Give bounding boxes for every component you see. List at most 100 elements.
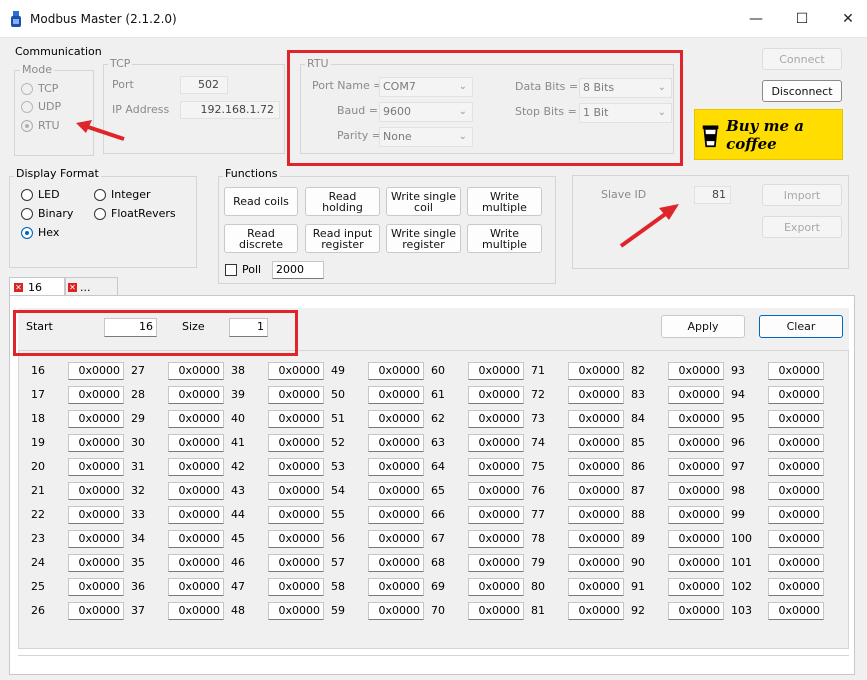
poll-interval-input[interactable]: 2000 xyxy=(272,261,324,279)
close-icon[interactable]: ✕ xyxy=(68,282,77,292)
read-input-register-button[interactable]: Read input register xyxy=(305,224,380,253)
register-value-field[interactable]: 0x0000 xyxy=(168,554,224,572)
register-value-field[interactable]: 0x0000 xyxy=(168,506,224,524)
register-value-field[interactable]: 0x0000 xyxy=(268,458,324,476)
register-value-field[interactable]: 0x0000 xyxy=(168,410,224,428)
register-value-field[interactable]: 0x0000 xyxy=(68,434,124,452)
floatrevers-radio[interactable] xyxy=(94,208,106,220)
register-value-field[interactable]: 0x0000 xyxy=(568,410,624,428)
port-field[interactable]: 502 xyxy=(180,76,228,94)
read-holding-button[interactable]: Read holding xyxy=(305,187,380,216)
register-value-field[interactable]: 0x0000 xyxy=(368,386,424,404)
register-value-field[interactable]: 0x0000 xyxy=(168,578,224,596)
register-value-field[interactable]: 0x0000 xyxy=(668,530,724,548)
register-value-field[interactable]: 0x0000 xyxy=(168,482,224,500)
register-value-field[interactable]: 0x0000 xyxy=(668,458,724,476)
register-value-field[interactable]: 0x0000 xyxy=(268,482,324,500)
register-value-field[interactable]: 0x0000 xyxy=(768,386,824,404)
register-value-field[interactable]: 0x0000 xyxy=(568,434,624,452)
register-value-field[interactable]: 0x0000 xyxy=(768,530,824,548)
register-value-field[interactable]: 0x0000 xyxy=(68,506,124,524)
register-value-field[interactable]: 0x0000 xyxy=(668,410,724,428)
write-single-coil-button[interactable]: Write single coil xyxy=(386,187,461,216)
register-value-field[interactable]: 0x0000 xyxy=(768,482,824,500)
maximize-button[interactable]: ☐ xyxy=(779,0,825,38)
register-value-field[interactable]: 0x0000 xyxy=(368,434,424,452)
register-value-field[interactable]: 0x0000 xyxy=(468,362,524,380)
register-value-field[interactable]: 0x0000 xyxy=(368,530,424,548)
register-value-field[interactable]: 0x0000 xyxy=(168,530,224,548)
hex-radio[interactable] xyxy=(21,227,33,239)
register-value-field[interactable]: 0x0000 xyxy=(168,434,224,452)
register-value-field[interactable]: 0x0000 xyxy=(168,602,224,620)
register-value-field[interactable]: 0x0000 xyxy=(468,434,524,452)
register-value-field[interactable]: 0x0000 xyxy=(768,410,824,428)
register-value-field[interactable]: 0x0000 xyxy=(268,578,324,596)
register-value-field[interactable]: 0x0000 xyxy=(568,602,624,620)
led-radio[interactable] xyxy=(21,189,33,201)
read-discrete-button[interactable]: Read discrete xyxy=(224,224,298,253)
register-value-field[interactable]: 0x0000 xyxy=(468,578,524,596)
register-value-field[interactable]: 0x0000 xyxy=(68,578,124,596)
register-value-field[interactable]: 0x0000 xyxy=(368,578,424,596)
register-value-field[interactable]: 0x0000 xyxy=(668,506,724,524)
register-value-field[interactable]: 0x0000 xyxy=(668,386,724,404)
close-icon[interactable]: ✕ xyxy=(14,282,23,292)
register-value-field[interactable]: 0x0000 xyxy=(268,530,324,548)
slave-id-field[interactable]: 81 xyxy=(694,186,731,204)
register-value-field[interactable]: 0x0000 xyxy=(468,506,524,524)
register-value-field[interactable]: 0x0000 xyxy=(568,386,624,404)
register-value-field[interactable]: 0x0000 xyxy=(268,362,324,380)
register-value-field[interactable]: 0x0000 xyxy=(368,602,424,620)
register-value-field[interactable]: 0x0000 xyxy=(768,602,824,620)
register-value-field[interactable]: 0x0000 xyxy=(268,554,324,572)
register-value-field[interactable]: 0x0000 xyxy=(668,578,724,596)
ip-address-field[interactable]: 192.168.1.72 xyxy=(180,101,280,119)
register-value-field[interactable]: 0x0000 xyxy=(168,458,224,476)
import-button[interactable]: Import xyxy=(762,184,842,206)
register-value-field[interactable]: 0x0000 xyxy=(568,506,624,524)
register-value-field[interactable]: 0x0000 xyxy=(268,434,324,452)
register-value-field[interactable]: 0x0000 xyxy=(268,410,324,428)
poll-checkbox[interactable] xyxy=(225,264,237,276)
buy-me-a-coffee-button[interactable]: Buy me a coffee xyxy=(694,109,843,160)
register-value-field[interactable]: 0x0000 xyxy=(68,554,124,572)
register-value-field[interactable]: 0x0000 xyxy=(68,482,124,500)
minimize-button[interactable]: — xyxy=(733,0,779,38)
register-value-field[interactable]: 0x0000 xyxy=(568,530,624,548)
tcp-radio[interactable] xyxy=(21,83,33,95)
register-value-field[interactable]: 0x0000 xyxy=(68,602,124,620)
register-value-field[interactable]: 0x0000 xyxy=(268,506,324,524)
tab-more[interactable]: ✕ ... xyxy=(65,277,118,296)
register-value-field[interactable]: 0x0000 xyxy=(68,410,124,428)
register-value-field[interactable]: 0x0000 xyxy=(468,458,524,476)
register-value-field[interactable]: 0x0000 xyxy=(268,602,324,620)
rtu-radio[interactable] xyxy=(21,120,33,132)
write-multiple-registers-button[interactable]: Write multiple xyxy=(467,224,542,253)
register-value-field[interactable]: 0x0000 xyxy=(768,362,824,380)
udp-radio[interactable] xyxy=(21,101,33,113)
register-value-field[interactable]: 0x0000 xyxy=(468,482,524,500)
register-value-field[interactable]: 0x0000 xyxy=(668,602,724,620)
register-value-field[interactable]: 0x0000 xyxy=(668,434,724,452)
register-value-field[interactable]: 0x0000 xyxy=(768,554,824,572)
register-value-field[interactable]: 0x0000 xyxy=(568,554,624,572)
register-value-field[interactable]: 0x0000 xyxy=(568,458,624,476)
register-value-field[interactable]: 0x0000 xyxy=(468,530,524,548)
integer-radio[interactable] xyxy=(94,189,106,201)
read-coils-button[interactable]: Read coils xyxy=(224,187,298,216)
register-value-field[interactable]: 0x0000 xyxy=(68,530,124,548)
write-multiple-coils-button[interactable]: Write multiple xyxy=(467,187,542,216)
close-button[interactable]: ✕ xyxy=(825,0,867,38)
register-value-field[interactable]: 0x0000 xyxy=(68,386,124,404)
connect-button[interactable]: Connect xyxy=(762,48,842,70)
binary-radio[interactable] xyxy=(21,208,33,220)
register-value-field[interactable]: 0x0000 xyxy=(468,386,524,404)
register-value-field[interactable]: 0x0000 xyxy=(468,602,524,620)
register-value-field[interactable]: 0x0000 xyxy=(368,362,424,380)
clear-button[interactable]: Clear xyxy=(759,315,843,338)
register-value-field[interactable]: 0x0000 xyxy=(368,410,424,428)
register-value-field[interactable]: 0x0000 xyxy=(368,554,424,572)
register-value-field[interactable]: 0x0000 xyxy=(368,482,424,500)
register-value-field[interactable]: 0x0000 xyxy=(368,506,424,524)
